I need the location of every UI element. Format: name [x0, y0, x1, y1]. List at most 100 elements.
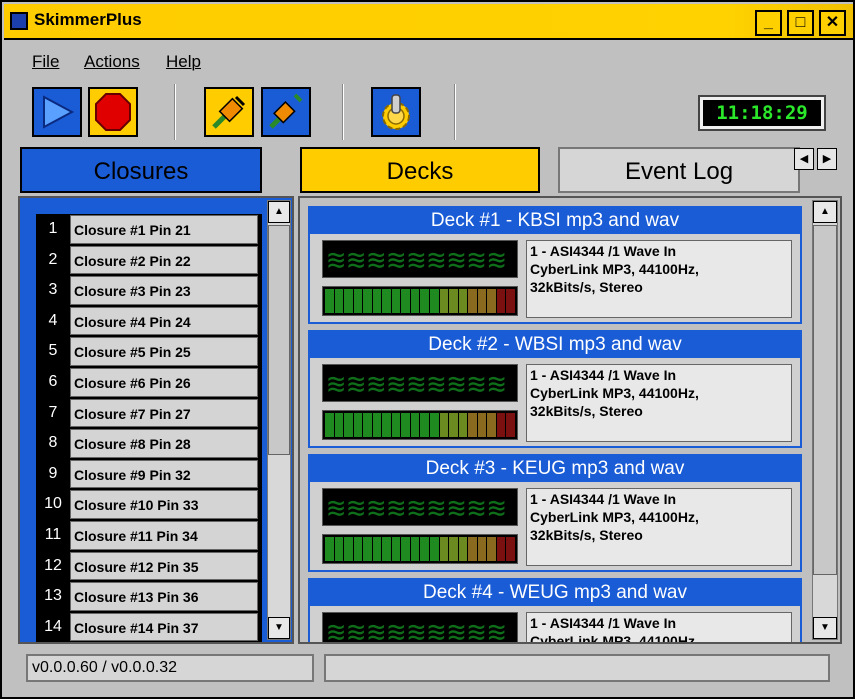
closure-row[interactable]: 10 Closure #10 Pin 33 — [36, 489, 262, 520]
closure-label[interactable]: Closure #3 Pin 23 — [70, 276, 258, 305]
deck-panel: Deck #3 - KEUG mp3 and wav ≋≋≋≋≋≋≋≋≋ 1 - A… — [308, 454, 802, 572]
meter-segment — [382, 413, 391, 437]
closure-row[interactable]: 6 Closure #6 Pin 26 — [36, 367, 262, 398]
meter-segment — [458, 289, 468, 313]
meter-segment — [391, 537, 401, 561]
stop-button[interactable] — [88, 87, 138, 137]
deck-info-line: 32kBits/s, Stereo — [530, 403, 643, 419]
closure-label[interactable]: Closure #2 Pin 22 — [70, 245, 258, 275]
closure-row[interactable]: 9 Closure #9 Pin 32 — [36, 459, 262, 490]
scroll-thumb[interactable] — [813, 225, 837, 575]
meter-segment — [449, 413, 458, 437]
tab-scroll-left-button[interactable]: ◀ — [794, 148, 814, 170]
menu-help[interactable]: Help — [166, 52, 201, 72]
title-bar[interactable]: SkimmerPlus _ □ ✕ — [4, 4, 853, 40]
menu-file[interactable]: File — [32, 52, 59, 72]
closure-number: 1 — [48, 220, 58, 237]
closure-row[interactable]: 14 Closure #14 Pin 37 — [36, 612, 262, 642]
closure-row[interactable]: 5 Closure #5 Pin 25 — [36, 336, 262, 367]
deck-info-line: CyberLink MP3, 44100Hz, — [530, 633, 699, 642]
closure-number: 4 — [48, 311, 58, 329]
meter-segment — [468, 289, 477, 313]
app-window: SkimmerPlus _ □ ✕ File Actions Help 11:1… — [0, 0, 855, 699]
closure-label[interactable]: Closure #10 Pin 33 — [70, 490, 258, 519]
meter-segment — [468, 537, 477, 561]
closure-label[interactable]: Closure #9 Pin 32 — [70, 459, 258, 489]
closure-label[interactable]: Closure #11 Pin 34 — [70, 521, 258, 550]
closure-row[interactable]: 2 Closure #2 Pin 22 — [36, 245, 262, 276]
toolbar-separator — [342, 84, 344, 140]
toolbar-separator — [454, 84, 456, 140]
settings-button[interactable] — [371, 87, 421, 137]
maximize-button[interactable]: □ — [787, 10, 814, 36]
disconnect-plug-icon — [269, 93, 303, 129]
meter-segment — [496, 289, 506, 313]
meter-segment — [344, 289, 353, 313]
meter-segment — [506, 413, 515, 437]
closure-row[interactable]: 1 Closure #1 Pin 21 — [36, 214, 262, 245]
meter-segment — [487, 537, 496, 561]
closure-row[interactable]: 12 Closure #12 Pin 35 — [36, 551, 262, 582]
closures-list: 1 Closure #1 Pin 21 2 Closure #2 Pin 22 3 Clo… — [36, 214, 262, 642]
meter-segment — [410, 413, 420, 437]
closure-label[interactable]: Closure #1 Pin 21 — [70, 215, 258, 244]
meter-segment — [430, 537, 439, 561]
closure-row[interactable]: 3 Closure #3 Pin 23 — [36, 275, 262, 306]
closures-scrollbar[interactable]: ▲ ▼ — [267, 200, 291, 640]
closure-label[interactable]: Closure #7 Pin 27 — [70, 398, 258, 428]
level-meter — [322, 410, 518, 440]
scroll-thumb[interactable] — [268, 225, 290, 455]
meter-segment — [363, 289, 372, 313]
close-button[interactable]: ✕ — [819, 10, 846, 36]
meter-segment — [353, 537, 363, 561]
waveform-display: ≋≋≋≋≋≋≋≋≋ — [322, 488, 518, 526]
deck-title: Deck #1 - KBSI mp3 and wav — [310, 208, 800, 234]
play-button[interactable] — [32, 87, 82, 137]
window-title: SkimmerPlus — [34, 10, 142, 29]
closure-label[interactable]: Closure #14 Pin 37 — [70, 612, 258, 642]
closure-row[interactable]: 13 Closure #13 Pin 36 — [36, 581, 262, 612]
scroll-up-button[interactable]: ▲ — [813, 201, 837, 223]
deck-info-line: CyberLink MP3, 44100Hz, — [530, 385, 699, 401]
closure-row[interactable]: 4 Closure #4 Pin 24 — [36, 306, 262, 337]
disconnect-button[interactable] — [261, 87, 311, 137]
closure-row[interactable]: 11 Closure #11 Pin 34 — [36, 520, 262, 551]
deck-panel: Deck #2 - WBSI mp3 and wav ≋≋≋≋≋≋≋≋≋ 1 - A… — [308, 330, 802, 448]
closure-label[interactable]: Closure #8 Pin 28 — [70, 429, 258, 458]
closure-label[interactable]: Closure #6 Pin 26 — [70, 368, 258, 397]
closure-number: 8 — [48, 434, 58, 452]
tab-event-log[interactable]: Event Log — [558, 147, 800, 193]
tab-closures[interactable]: Closures — [20, 147, 262, 193]
meter-segment — [363, 413, 372, 437]
scroll-down-button[interactable]: ▼ — [268, 617, 290, 639]
closure-row[interactable]: 8 Closure #8 Pin 28 — [36, 428, 262, 459]
waveform-display: ≋≋≋≋≋≋≋≋≋ — [322, 240, 518, 278]
connect-button[interactable] — [204, 87, 254, 137]
closure-label[interactable]: Closure #5 Pin 25 — [70, 337, 258, 366]
tab-scroll-right-button[interactable]: ▶ — [817, 148, 837, 170]
meter-segment — [487, 413, 496, 437]
tab-decks[interactable]: Decks — [300, 147, 540, 193]
decks-list: Deck #1 - KBSI mp3 and wav ≋≋≋≋≋≋≋≋≋ 1 - A… — [308, 206, 802, 642]
meter-segment — [439, 537, 449, 561]
minimize-button[interactable]: _ — [755, 10, 782, 36]
clock-time: 11:18:29 — [703, 100, 821, 126]
scroll-up-button[interactable]: ▲ — [268, 201, 290, 223]
meter-segment — [334, 289, 344, 313]
meter-segment — [410, 289, 420, 313]
closure-label[interactable]: Closure #4 Pin 24 — [70, 306, 258, 336]
chevron-right-icon: ▶ — [822, 153, 832, 165]
deck-info: 1 - ASI4344 /1 Wave In CyberLink MP3, 441… — [526, 488, 792, 566]
meter-segment — [439, 289, 449, 313]
waveform-display: ≋≋≋≋≋≋≋≋≋ — [322, 364, 518, 402]
scroll-down-button[interactable]: ▼ — [813, 617, 837, 639]
meter-segment — [372, 413, 382, 437]
deck-title: Deck #2 - WBSI mp3 and wav — [310, 332, 800, 358]
meter-segment — [420, 413, 430, 437]
closure-label[interactable]: Closure #13 Pin 36 — [70, 582, 258, 611]
closure-label[interactable]: Closure #12 Pin 35 — [70, 551, 258, 581]
decks-scrollbar[interactable]: ▲ ▼ — [812, 200, 838, 640]
menu-actions[interactable]: Actions — [84, 52, 140, 72]
meter-segment — [477, 289, 487, 313]
closure-row[interactable]: 7 Closure #7 Pin 27 — [36, 398, 262, 429]
